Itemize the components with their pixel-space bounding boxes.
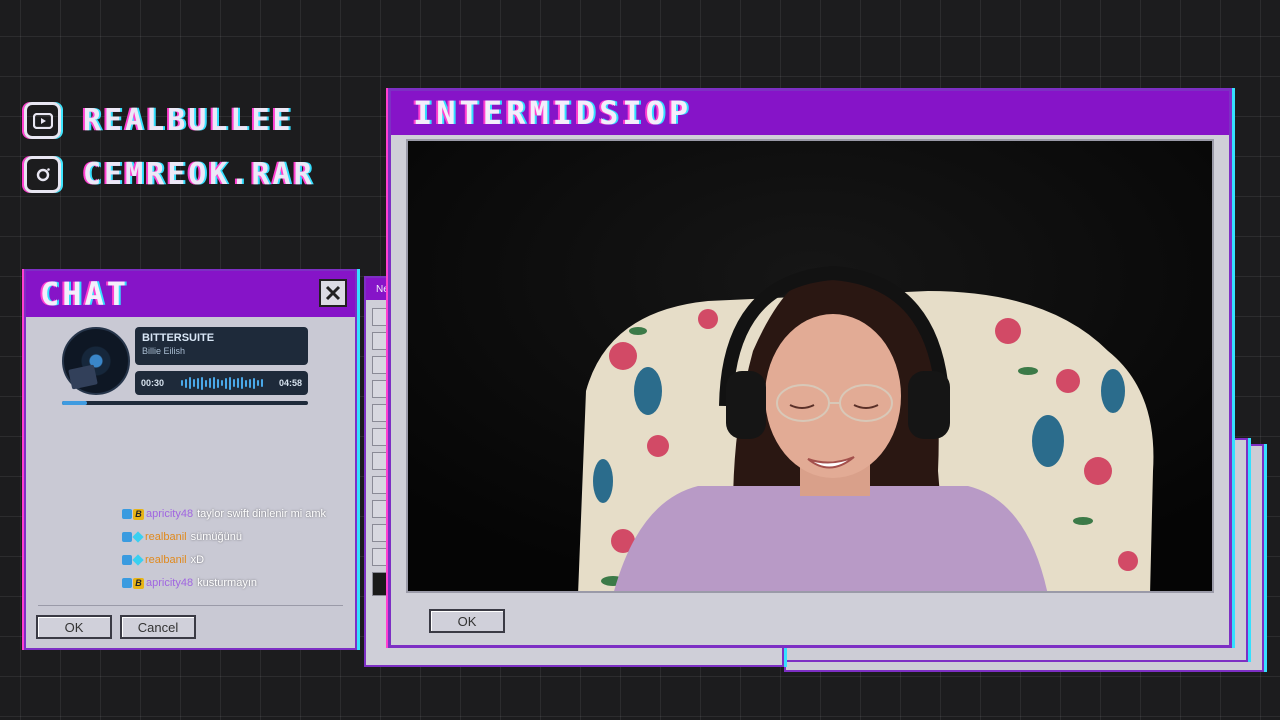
chat-username[interactable]: apricity48	[146, 576, 193, 591]
webcam-view	[406, 139, 1214, 593]
youtube-handle: REALBULLEE	[83, 103, 294, 138]
chat-username[interactable]: realbanil	[145, 553, 187, 568]
cube-badge-icon	[132, 554, 144, 566]
ok-button[interactable]: OK	[429, 609, 505, 633]
chat-message: realbanil sümüğünü	[122, 530, 342, 545]
chat-text: sümüğünü	[190, 531, 242, 543]
waveform-bar	[220, 380, 223, 386]
instagram-icon	[24, 156, 61, 193]
webcam-feed	[408, 141, 1212, 591]
track-progress-fill	[62, 401, 87, 405]
cancel-button[interactable]: Cancel	[120, 615, 196, 639]
waveform-bar	[200, 376, 203, 390]
subscriber-badge-icon: B	[133, 509, 144, 520]
chat-text: kusturmayın	[197, 577, 257, 589]
waveform-bar	[184, 378, 187, 388]
waveform-bar	[256, 380, 259, 386]
track-artist: Billie Eilish	[142, 346, 186, 356]
total-duration: 04:58	[278, 378, 302, 388]
waveform-bar	[240, 377, 243, 389]
close-button[interactable]	[319, 279, 347, 307]
waveform-bar	[252, 377, 255, 389]
chat-text: taylor swift dinlenir mi amk	[197, 508, 327, 520]
waveform-bar	[248, 378, 251, 388]
chat-titlebar[interactable]: CHAT	[26, 271, 355, 317]
chat-username[interactable]: realbanil	[145, 530, 187, 545]
waveform-bar	[236, 378, 239, 388]
moderator-icon	[122, 509, 132, 519]
cube-badge-icon	[132, 531, 144, 543]
moderator-icon	[122, 532, 132, 542]
youtube-icon	[24, 102, 61, 139]
social-instagram: CEMREOK.RAR	[24, 156, 315, 193]
moderator-icon	[122, 555, 132, 565]
track-info: BITTERSUITE Billie Eilish	[135, 327, 308, 365]
main-titlebar[interactable]: INTERMIDSIOP	[391, 91, 1229, 135]
ok-button[interactable]: OK	[36, 615, 112, 639]
main-window: INTERMIDSIOP OK	[388, 88, 1232, 648]
vinyl-record-icon	[62, 327, 130, 395]
divider	[38, 605, 343, 606]
waveform-bar	[196, 377, 199, 389]
chat-title: CHAT	[40, 275, 130, 313]
waveform-bar	[224, 377, 227, 389]
waveform-bar	[232, 379, 235, 387]
chat-message: Bapricity48 taylor swift dinlenir mi amk	[122, 507, 342, 522]
waveform-bar	[216, 378, 219, 388]
track-timeline: 00:30 04:58	[135, 371, 308, 395]
waveform-bar	[212, 377, 215, 389]
track-progress[interactable]	[62, 401, 308, 405]
subscriber-badge-icon: B	[133, 578, 144, 589]
waveform	[180, 376, 263, 390]
music-player: BITTERSUITE Billie Eilish 00:30 04:58	[62, 327, 308, 411]
close-icon	[325, 285, 341, 301]
chat-message: realbanil xD	[122, 553, 342, 568]
chat-message: Bapricity48 kusturmayın	[122, 576, 342, 591]
waveform-bar	[188, 377, 191, 389]
elapsed-time: 00:30	[141, 378, 165, 388]
waveform-bar	[260, 379, 263, 387]
social-youtube: REALBULLEE	[24, 102, 294, 139]
chat-username[interactable]: apricity48	[146, 507, 193, 522]
waveform-bar	[192, 379, 195, 387]
chat-window: CHAT BITTERSUITE Billie Eilish 00:30 04:…	[24, 269, 357, 650]
waveform-bar	[228, 376, 231, 390]
instagram-handle: CEMREOK.RAR	[83, 157, 315, 192]
track-title: BITTERSUITE	[142, 332, 215, 344]
waveform-bar	[180, 380, 183, 386]
moderator-icon	[122, 578, 132, 588]
chat-text: xD	[190, 554, 205, 566]
waveform-bar	[204, 379, 207, 387]
chat-messages: Bapricity48 taylor swift dinlenir mi amk…	[122, 507, 342, 599]
waveform-bar	[244, 379, 247, 387]
waveform-bar	[208, 378, 211, 388]
main-title: INTERMIDSIOP	[413, 94, 693, 132]
